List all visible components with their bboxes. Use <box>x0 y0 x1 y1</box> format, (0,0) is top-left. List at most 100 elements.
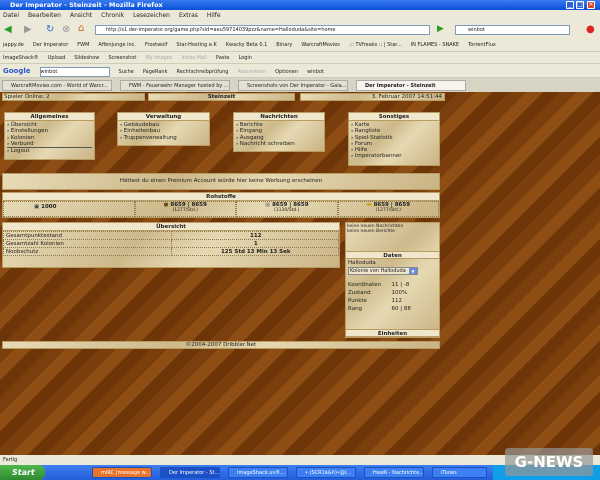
menu-extras[interactable]: Extras <box>179 12 198 19</box>
stop-icon[interactable]: ⊗ <box>62 24 70 35</box>
footer: ©2004-2007 Dribbler.Net <box>2 341 440 349</box>
link-nachricht-schreiben[interactable]: Nachricht schreiben <box>236 141 322 147</box>
home-icon[interactable]: ⌂ <box>78 23 84 34</box>
adblock-icon[interactable]: ● <box>586 24 595 35</box>
menu-ansicht[interactable]: Ansicht <box>70 12 92 19</box>
imageshack-menu[interactable]: ImageShack® <box>3 55 39 61</box>
bookmark[interactable]: Binary <box>276 42 292 48</box>
winbot-button[interactable]: winbot <box>307 69 324 75</box>
login-button[interactable]: Login <box>238 55 252 61</box>
bookmark[interactable]: WarcraftMovies <box>301 42 340 48</box>
forward-icon[interactable]: ▶ <box>24 24 32 35</box>
colony-select[interactable]: Kolonie von Halloduda ▼ <box>348 267 418 275</box>
tab-fwm[interactable]: FWM - Feuerwehr Manager hosted by ... <box>120 80 230 91</box>
google-toolbar: Google winbot Suche PageRank Rechtschreibprü… <box>0 64 600 78</box>
bookmark[interactable]: Affenjunge inc. <box>98 42 136 48</box>
player-name: Halloduda <box>348 260 376 266</box>
bookmark[interactable]: jappy.de <box>3 42 24 48</box>
task-mirc[interactable]: mIRC [message w... <box>92 467 152 478</box>
bookmark[interactable]: Kwacky Beta 0.1 <box>226 42 268 48</box>
tab-der-imperator[interactable]: Der Imperator - Steinzeit <box>356 80 466 91</box>
subscribe-button[interactable]: Abonnieren <box>237 69 266 75</box>
google-search-button[interactable]: Suche <box>119 69 134 75</box>
menu-datei[interactable]: Datei <box>3 12 19 19</box>
menu-title: Nachrichten <box>234 113 324 121</box>
imageshack-toolbar: ImageShack® Upload Slideshow Screenshot My I… <box>0 52 600 64</box>
era: Steinzeit <box>148 93 295 101</box>
link-imperatorbanner[interactable]: Imperatorbanner <box>351 153 437 159</box>
search-input[interactable]: winbot <box>455 25 570 35</box>
pagerank-button[interactable]: PageRank <box>143 69 168 75</box>
table-row: Noobschutz 125 Std 13 Min 13 Sek <box>3 247 339 256</box>
food-icon: ▬ <box>366 202 374 208</box>
my-images-button[interactable]: My Images <box>145 55 172 61</box>
options-button[interactable]: Optionen <box>275 69 298 75</box>
datetime: 3. Februar 2007 14:51:44 <box>300 93 445 101</box>
resource-2: ● 8659 | 8659 (1277/Std.) <box>134 201 236 217</box>
go-icon[interactable]: ▶ <box>437 24 444 34</box>
window-title: Der Imperator - Steinzeit - Mozilla Fire… <box>0 0 600 10</box>
players-online: Spieler Online: 2 <box>2 93 145 101</box>
menu-bearbeiten[interactable]: Bearbeiten <box>28 12 61 19</box>
reload-icon[interactable]: ↻ <box>46 24 54 35</box>
menu-title: Verwaltung <box>118 113 209 121</box>
upload-button[interactable]: Upload <box>48 55 66 61</box>
resource-rate: (1277/Std.) <box>172 208 198 213</box>
task-imageshack[interactable]: ImageShack.us®... <box>228 467 288 478</box>
value: 112 <box>391 298 403 304</box>
tab-warcraftmovies[interactable]: WarcraftMovies.com - World of Warcr... <box>2 80 112 91</box>
google-search-input[interactable]: winbot <box>39 67 110 77</box>
bookmark[interactable]: FWM <box>77 42 89 48</box>
value: 11 | -8 <box>391 282 410 288</box>
label: Zustand <box>348 290 371 296</box>
daten-title: Daten <box>346 251 439 259</box>
minimize-button[interactable]: _ <box>566 1 574 9</box>
link-truppenverwaltung[interactable]: Truppenverwaltung <box>120 135 207 141</box>
slideshow-button[interactable]: Slideshow <box>74 55 99 61</box>
notice-reports[interactable]: keine neuen Berichte <box>347 229 438 234</box>
resource-value: 1000 <box>41 204 57 210</box>
row-value: 112 <box>170 231 339 240</box>
bookmark[interactable]: Frostwolf <box>145 42 167 48</box>
menu-title: Allgemeines <box>5 113 94 121</box>
game-page: Spieler Online: 2 Steinzeit 3. Februar 2… <box>0 92 600 455</box>
task-der-imperator[interactable]: Der Imperator - St... <box>160 467 220 478</box>
resources-title: Rohstoffe <box>3 193 439 201</box>
resources-panel: Rohstoffe ▣ 1000 ● 8659 | 8659 (1277/Std.… <box>2 192 440 218</box>
label: Rang <box>348 306 363 312</box>
menu-hilfe[interactable]: Hilfe <box>207 12 221 19</box>
task-haw6[interactable]: Haw6 - Nachrichte... <box>364 467 424 478</box>
bookmark[interactable]: .:: TVfreaks :: | Star... <box>349 42 402 48</box>
paste-button[interactable]: Paste <box>216 55 230 61</box>
ad-banner: Hättest du einen Premium Account würde h… <box>2 173 440 190</box>
close-button[interactable]: × <box>587 1 595 9</box>
bookmark[interactable]: TorrentFlux <box>468 42 496 48</box>
back-icon[interactable]: ◀ <box>4 24 12 35</box>
link-verbund[interactable]: Verbund <box>7 141 92 149</box>
bookmark[interactable]: Star-Hosting e.K <box>176 42 216 48</box>
table-row: Gesamtzahl Kolonien 1 <box>3 239 339 248</box>
menu-chronik[interactable]: Chronik <box>101 12 124 19</box>
bookmark[interactable]: IN FLAMES - SNAKE <box>411 42 459 48</box>
label: Punkte <box>348 298 367 304</box>
link-logout[interactable]: Logout <box>7 148 92 154</box>
url-input[interactable]: http://s1.der-imperator.org/game.php?sid… <box>95 25 430 35</box>
row-label: Gesamtzahl Kolonien <box>3 239 172 248</box>
maximize-button[interactable]: □ <box>576 1 584 9</box>
menu-lesezeichen[interactable]: Lesezeichen <box>133 12 170 19</box>
google-logo: Google <box>3 67 31 75</box>
screenshot-button[interactable]: Screenshot <box>108 55 136 61</box>
spellcheck-button[interactable]: Rechtschreibprüfung <box>176 69 228 75</box>
watermark-logo: G-NEWS <box>505 448 593 476</box>
task-itunes[interactable]: iTunes <box>432 467 487 478</box>
chevron-down-icon[interactable]: ▼ <box>409 268 417 274</box>
menu-bar: Datei Bearbeiten Ansicht Chronik Lesezeichen… <box>0 10 600 21</box>
row-label: Gesamtpunktestand <box>3 231 172 240</box>
bookmark[interactable]: Der Imperator <box>33 42 68 48</box>
start-button[interactable]: Start <box>0 465 45 480</box>
task-4[interactable]: •.(SCR1ã&ñ)•@(... <box>296 467 356 478</box>
inbox-mail-button[interactable]: Inbox Mail <box>182 55 207 61</box>
colony-select-value: Kolonie von Halloduda <box>350 268 406 274</box>
tab-screenshots[interactable]: Screenshots von Der Imperator - Gala... <box>238 80 348 91</box>
resource-rate: (1277/Std.) <box>375 208 401 213</box>
